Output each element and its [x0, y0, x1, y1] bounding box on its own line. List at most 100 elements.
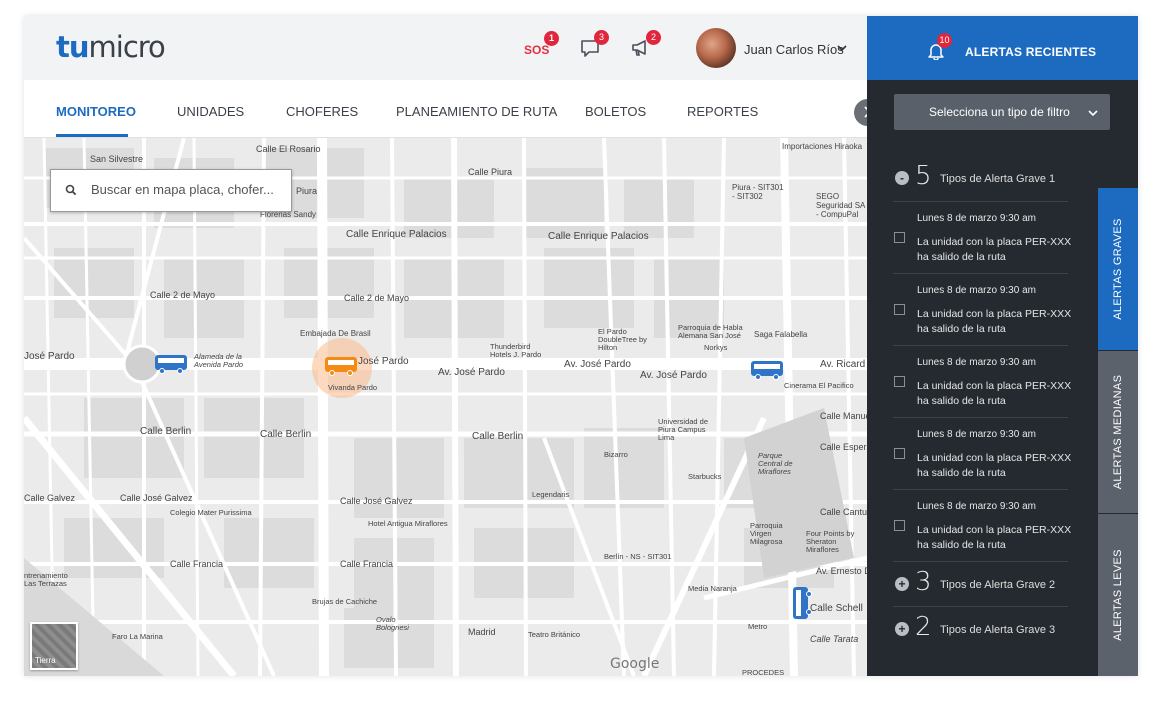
- bus-icon: [793, 587, 812, 619]
- app-window: tumicro SOS 1 3 2 Juan Carlos Ríos MONIT…: [24, 16, 1138, 676]
- alert-checkbox[interactable]: [894, 520, 905, 531]
- map-view[interactable]: San Silvestre Calle El Rosario Importaci…: [24, 138, 867, 676]
- map-label: Madrid: [468, 627, 496, 637]
- alert-group-grave-2[interactable]: + 3 Tipos de Alerta Grave 2: [895, 567, 1070, 600]
- alert-item[interactable]: Lunes 8 de marzo 9:30 am La unidad con l…: [893, 417, 1071, 489]
- collapse-toggle[interactable]: -: [895, 171, 909, 185]
- alert-filter-label: Selecciona un tipo de filtro: [929, 105, 1070, 119]
- expand-toggle[interactable]: +: [895, 577, 909, 591]
- map-label: Calle Berlin: [260, 429, 312, 440]
- tab-alertas-leves[interactable]: ALERTAS LEVES: [1098, 514, 1138, 676]
- map-label: Hotel Antigua Miraflores: [368, 519, 448, 528]
- tab-alertas-medianas[interactable]: ALERTAS MEDIANAS: [1098, 351, 1138, 513]
- map-search-input[interactable]: [89, 181, 285, 198]
- messages-button[interactable]: 3: [580, 30, 609, 60]
- map-label: Calle Piura: [468, 167, 513, 177]
- alert-date: Lunes 8 de marzo 9:30 am: [917, 429, 1036, 440]
- street-map: [24, 138, 867, 676]
- map-label: Legendaris: [532, 490, 570, 499]
- map-label: El Pardo DoubleTree by Hilton: [598, 327, 647, 352]
- notifications-button[interactable]: 10: [927, 33, 952, 65]
- map-label: Parroquia de Habla Alemana San José: [678, 323, 743, 340]
- map-label: Calle Espera: [820, 442, 867, 452]
- alerts-panel-header: 10 ALERTAS RECIENTES: [867, 16, 1138, 80]
- avatar[interactable]: [696, 28, 736, 68]
- map-label: Alameda de la Avenida Pardo: [194, 352, 244, 369]
- map-label: Calle 2 de Mayo: [344, 293, 410, 303]
- alert-group-count: 2: [915, 612, 932, 642]
- search-icon: [65, 184, 77, 196]
- messages-badge: 3: [594, 30, 609, 45]
- sos-badge: 1: [544, 31, 559, 46]
- alert-message: La unidad con la placa PER-XXX ha salido…: [917, 524, 1072, 551]
- tab-monitoreo[interactable]: MONITOREO: [56, 104, 136, 119]
- expand-toggle[interactable]: +: [895, 622, 909, 636]
- bus-icon: [325, 357, 357, 376]
- announcements-button[interactable]: 2: [630, 30, 661, 60]
- map-label: Calle Cantuar: [820, 507, 867, 517]
- divider: [893, 606, 1068, 607]
- alert-item[interactable]: Lunes 8 de marzo 9:30 am La unidad con l…: [893, 345, 1071, 417]
- logo-micro: micro: [88, 30, 166, 64]
- alert-checkbox[interactable]: [894, 304, 905, 315]
- divider: [893, 561, 1068, 562]
- map-label: Calle Tarata: [810, 634, 859, 644]
- announcements-badge: 2: [646, 30, 661, 45]
- tierra-label: Tierra: [35, 656, 56, 665]
- map-label: ntrenamiento Las Terrazas: [24, 571, 68, 588]
- map-label: Bizarro: [604, 450, 628, 459]
- tab-choferes[interactable]: CHOFERES: [286, 104, 358, 119]
- alert-item[interactable]: Lunes 8 de marzo 9:30 am La unidad con l…: [893, 489, 1071, 561]
- alert-message: La unidad con la placa PER-XXX ha salido…: [917, 452, 1072, 479]
- alert-group-count: 5: [915, 161, 932, 191]
- alert-checkbox[interactable]: [894, 448, 905, 459]
- alert-group-label: Tipos de Alerta Grave 3: [940, 624, 1056, 636]
- logo[interactable]: tumicro: [56, 30, 166, 64]
- map-label: Ovalo Bolognesi: [376, 615, 409, 632]
- map-label: Piura: [296, 186, 318, 196]
- alert-message: La unidad con la placa PER-XXX ha salido…: [917, 308, 1072, 335]
- tab-label: ALERTAS GRAVES: [1112, 218, 1124, 320]
- alert-group-grave-3[interactable]: + 2 Tipos de Alerta Grave 3: [895, 612, 1070, 645]
- tab-alertas-graves[interactable]: ALERTAS GRAVES: [1098, 188, 1138, 350]
- sos-button[interactable]: SOS 1: [524, 31, 559, 65]
- map-label: Parroquia Virgen Milagrosa: [750, 521, 783, 546]
- tab-unidades[interactable]: UNIDADES: [177, 104, 244, 119]
- map-label: Calle Francia: [340, 559, 394, 569]
- alert-date: Lunes 8 de marzo 9:30 am: [917, 285, 1036, 296]
- tab-label: ALERTAS MEDIANAS: [1112, 374, 1124, 490]
- map-label: Calle Manue: [820, 411, 867, 421]
- alert-message: La unidad con la placa PER-XXX ha salido…: [917, 380, 1072, 407]
- tab-planeamiento-de-ruta[interactable]: PLANEAMIENTO DE RUTA: [396, 104, 557, 119]
- alert-filter-select[interactable]: Selecciona un tipo de filtro: [894, 94, 1110, 130]
- alert-group-count: 3: [915, 567, 932, 597]
- map-label: Norkys: [704, 343, 728, 352]
- alert-checkbox[interactable]: [894, 232, 905, 243]
- alert-item[interactable]: Lunes 8 de marzo 9:30 am La unidad con l…: [893, 273, 1071, 345]
- map-label: Metro: [748, 622, 768, 631]
- logo-tu: tu: [56, 30, 90, 64]
- alert-group-label: Tipos de Alerta Grave 1: [940, 173, 1056, 185]
- map-label: Calle Berlin: [140, 426, 192, 437]
- map-label: Embajada De Brasil: [300, 329, 371, 338]
- alert-item[interactable]: Lunes 8 de marzo 9:30 am La unidad con l…: [893, 201, 1071, 273]
- active-tab-indicator: [56, 134, 128, 137]
- chevron-down-icon[interactable]: [836, 42, 848, 54]
- map-label: Calle El Rosario: [256, 144, 321, 154]
- top-header: tumicro SOS 1 3 2 Juan Carlos Ríos: [24, 16, 867, 80]
- alerts-panel: 10 ALERTAS RECIENTES Selecciona un tipo …: [867, 16, 1138, 676]
- map-label: Universidad de Piura Campus Lima: [658, 417, 709, 442]
- tab-boletos[interactable]: BOLETOS: [585, 104, 646, 119]
- alert-checkbox[interactable]: [894, 376, 905, 387]
- map-label: Parque Central de Miraflores: [758, 451, 793, 476]
- bus-icon: [751, 361, 783, 380]
- map-label: Cinerama El Pacifico: [784, 381, 854, 390]
- user-name[interactable]: Juan Carlos Ríos: [744, 42, 844, 57]
- tab-reportes[interactable]: REPORTES: [687, 104, 758, 119]
- satellite-toggle[interactable]: Tierra: [30, 622, 78, 670]
- alert-date: Lunes 8 de marzo 9:30 am: [917, 357, 1036, 368]
- map-label: José Pardo: [358, 356, 409, 367]
- map-label: Calle Berlin: [472, 431, 524, 442]
- alert-date: Lunes 8 de marzo 9:30 am: [917, 213, 1036, 224]
- alert-group-grave-1[interactable]: - 5 Tipos de Alerta Grave 1: [895, 161, 1070, 194]
